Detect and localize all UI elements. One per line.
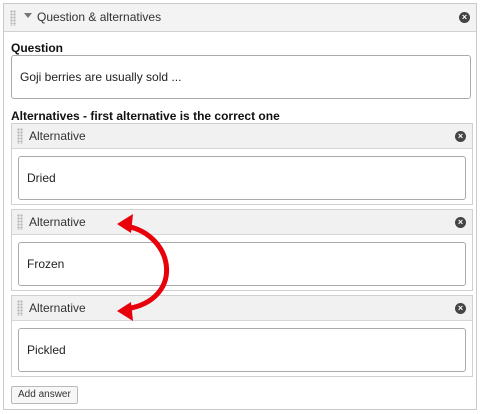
close-icon[interactable]: × [455,131,466,142]
close-icon[interactable]: × [455,303,466,314]
alternative-item: Alternative × Frozen [11,209,473,291]
alternative-input[interactable]: Frozen [18,242,466,286]
alternative-header[interactable]: Alternative × [12,296,472,321]
alternative-header[interactable]: Alternative × [12,210,472,235]
alternative-input[interactable]: Dried [18,156,466,200]
question-panel: Question & alternatives × Question Goji … [3,3,477,410]
question-label: Question [11,41,64,55]
alternative-input[interactable]: Pickled [18,328,466,372]
question-input[interactable]: Goji berries are usually sold ... [11,55,471,99]
drag-handle-icon[interactable] [17,300,23,316]
alternative-item: Alternative × Pickled [11,295,473,377]
panel-header[interactable]: Question & alternatives × [4,4,476,32]
alternative-item: Alternative × Dried [11,123,473,205]
drag-handle-icon[interactable] [10,10,16,26]
add-answer-button[interactable]: Add answer [11,386,78,404]
alternatives-label: Alternatives - first alternative is the … [11,109,280,123]
close-icon[interactable]: × [459,12,470,23]
drag-handle-icon[interactable] [17,128,23,144]
alternative-header[interactable]: Alternative × [12,124,472,149]
panel-title: Question & alternatives [37,10,162,24]
alternative-label: Alternative [29,215,86,229]
close-icon[interactable]: × [455,217,466,228]
alternative-label: Alternative [29,301,86,315]
caret-down-icon[interactable] [24,13,32,18]
alternative-label: Alternative [29,129,86,143]
drag-handle-icon[interactable] [17,214,23,230]
